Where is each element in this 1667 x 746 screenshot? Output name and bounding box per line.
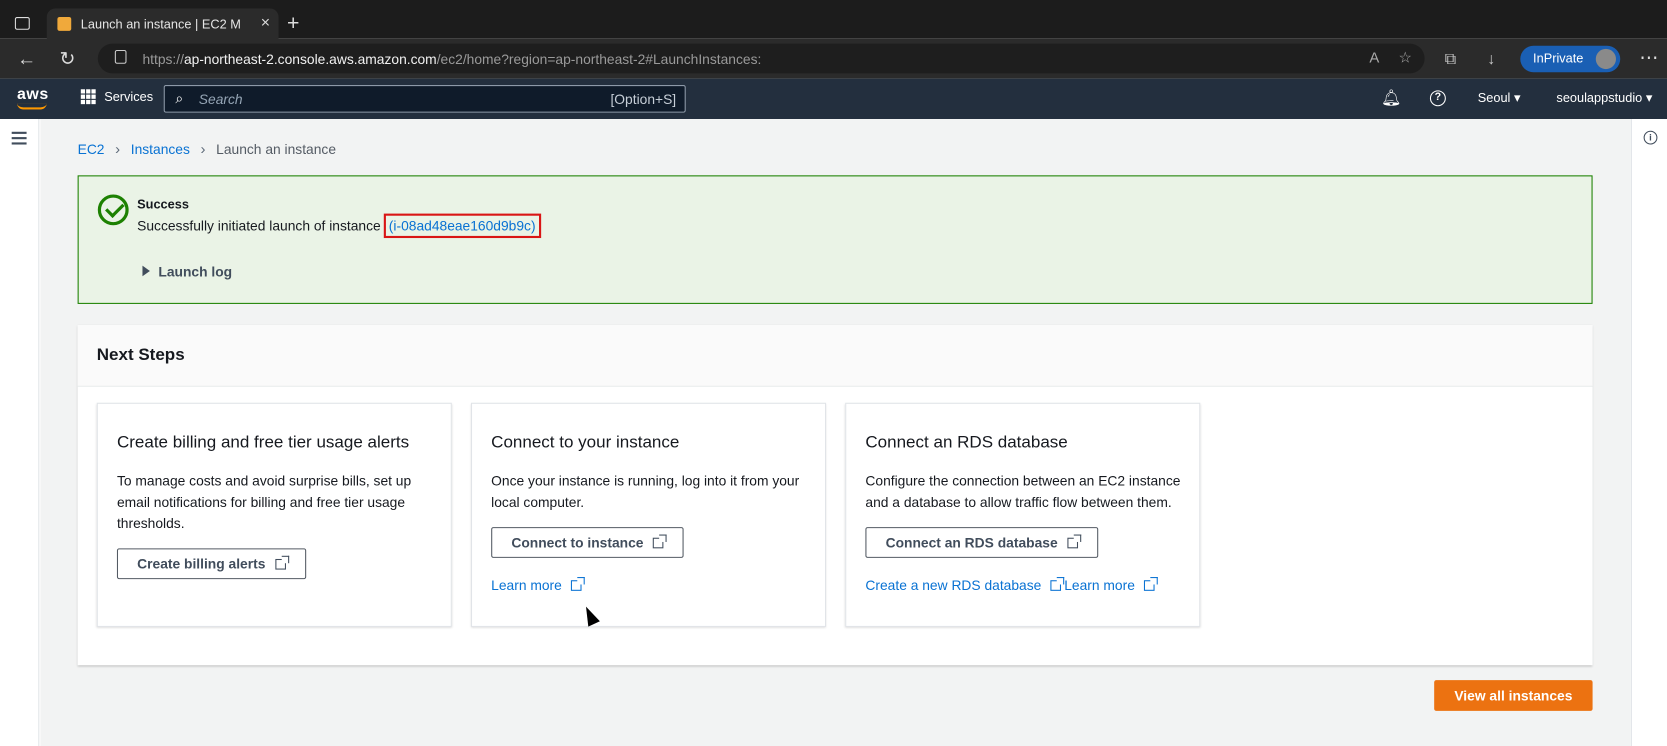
breadcrumb-ec2[interactable]: EC2: [78, 141, 105, 157]
card-description: Configure the connection between an EC2 …: [865, 472, 1181, 511]
card-title: Connect to your instance: [491, 433, 680, 452]
flash-message: Successfully initiated launch of instanc…: [137, 213, 541, 239]
card-title: Create billing and free tier usage alert…: [116, 433, 410, 452]
info-icon[interactable]: i: [1643, 130, 1658, 145]
tab-actions-icon[interactable]: [14, 17, 30, 30]
learn-more-link[interactable]: Learn more: [491, 577, 586, 593]
external-link-icon: [274, 555, 289, 570]
menu-icon[interactable]: [11, 131, 27, 148]
search-shortcut: [Option+S]: [610, 91, 677, 108]
lock-icon: [114, 49, 127, 64]
chevron-right-icon: ›: [200, 140, 206, 158]
refresh-icon[interactable]: ↻: [60, 48, 76, 70]
tab-title: Launch an instance | EC2 Mana: [80, 17, 241, 32]
address-bar-icons: A ☆: [1369, 49, 1411, 67]
downloads-icon[interactable]: ↓: [1487, 50, 1495, 68]
caret-right-icon: [142, 265, 150, 277]
bell-icon[interactable]: 🔔︎: [1381, 88, 1401, 107]
account-menu[interactable]: seoulappstudio ▾: [1556, 90, 1652, 105]
address-bar[interactable]: https://ap-northeast-2.console.aws.amazo…: [97, 43, 1425, 74]
help-icon[interactable]: ?: [1429, 90, 1446, 107]
external-link-icon: [1144, 577, 1159, 591]
card-title: Connect an RDS database: [865, 433, 1068, 452]
view-all-instances-button[interactable]: View all instances: [1434, 680, 1593, 711]
flash-title: Success: [137, 196, 189, 212]
read-aloud-icon[interactable]: A: [1369, 49, 1379, 67]
new-tab-icon[interactable]: +: [287, 13, 299, 34]
create-billing-alerts-button[interactable]: Create billing alerts: [116, 548, 306, 580]
url-text: https://ap-northeast-2.console.aws.amazo…: [142, 51, 762, 67]
billing-card: Create billing and free tier usage alert…: [96, 402, 452, 627]
connect-rds-button[interactable]: Connect an RDS database: [865, 527, 1099, 558]
rds-card: Connect an RDS database Configure the co…: [845, 402, 1201, 627]
card-description: Once your instance is running, log into …: [491, 472, 800, 511]
external-link-icon: [1050, 577, 1065, 591]
search-input[interactable]: ⌕ Search [Option+S]: [163, 85, 686, 113]
browser-tab[interactable]: Launch an instance | EC2 Mana ×: [46, 8, 279, 41]
region-selector[interactable]: Seoul ▾: [1478, 90, 1521, 105]
success-flash: Success Successfully initiated launch of…: [77, 175, 1593, 304]
search-placeholder: Search: [198, 91, 243, 108]
more-icon[interactable]: ⋯: [1639, 47, 1658, 69]
browser-toolbar: ← ↻ https://ap-northeast-2.console.aws.a…: [0, 38, 1667, 79]
services-menu[interactable]: Services: [80, 89, 154, 105]
connect-instance-card: Connect to your instance Once your insta…: [470, 402, 827, 627]
grid-icon: [80, 89, 96, 105]
aws-logo[interactable]: aws: [17, 85, 49, 110]
inprivate-badge[interactable]: InPrivate: [1520, 45, 1621, 73]
launch-log-toggle[interactable]: Launch log: [142, 264, 232, 279]
next-steps-panel: Next Steps Create billing and free tier …: [77, 325, 1593, 666]
close-tab-icon[interactable]: ×: [261, 14, 270, 32]
right-rail: i: [1630, 119, 1667, 746]
services-label: Services: [104, 89, 154, 105]
left-rail: [0, 119, 40, 746]
collections-icon[interactable]: ⧉: [1445, 50, 1456, 68]
chevron-right-icon: ›: [115, 140, 121, 158]
search-icon: ⌕: [175, 90, 184, 107]
main-content: EC2 › Instances › Launch an instance Suc…: [40, 119, 1631, 746]
panel-title: Next Steps: [96, 346, 185, 365]
breadcrumb: EC2 › Instances › Launch an instance: [78, 140, 336, 157]
rds-learn-more-link[interactable]: Learn more: [1064, 577, 1159, 593]
breadcrumb-current: Launch an instance: [216, 140, 337, 157]
breadcrumb-instances[interactable]: Instances: [131, 141, 190, 157]
external-link-icon: [653, 534, 667, 549]
external-link-icon: [1067, 534, 1082, 549]
external-link-icon: [571, 577, 586, 591]
instance-id-link[interactable]: (i-08ad48eae160d9b9c): [383, 213, 541, 239]
connect-to-instance-button[interactable]: Connect to instance: [491, 527, 684, 558]
card-description: To manage costs and avoid surprise bills…: [116, 472, 412, 532]
create-rds-link[interactable]: Create a new RDS database: [865, 577, 1065, 593]
aws-top-nav: aws Services ⌕ Search [Option+S] 🔔︎ ? Se…: [0, 78, 1667, 120]
avatar: [1595, 48, 1616, 70]
screen: Launch an instance | EC2 Mana × + ← ↻ ht…: [0, 0, 1667, 746]
favorite-icon[interactable]: ☆: [1398, 49, 1411, 67]
browser-tab-bar: Launch an instance | EC2 Mana × +: [0, 0, 1667, 41]
success-check-icon: [97, 194, 129, 226]
ec2-favicon-icon: [57, 17, 72, 31]
panel-header: Next Steps: [77, 325, 1593, 387]
back-icon[interactable]: ←: [17, 48, 36, 70]
